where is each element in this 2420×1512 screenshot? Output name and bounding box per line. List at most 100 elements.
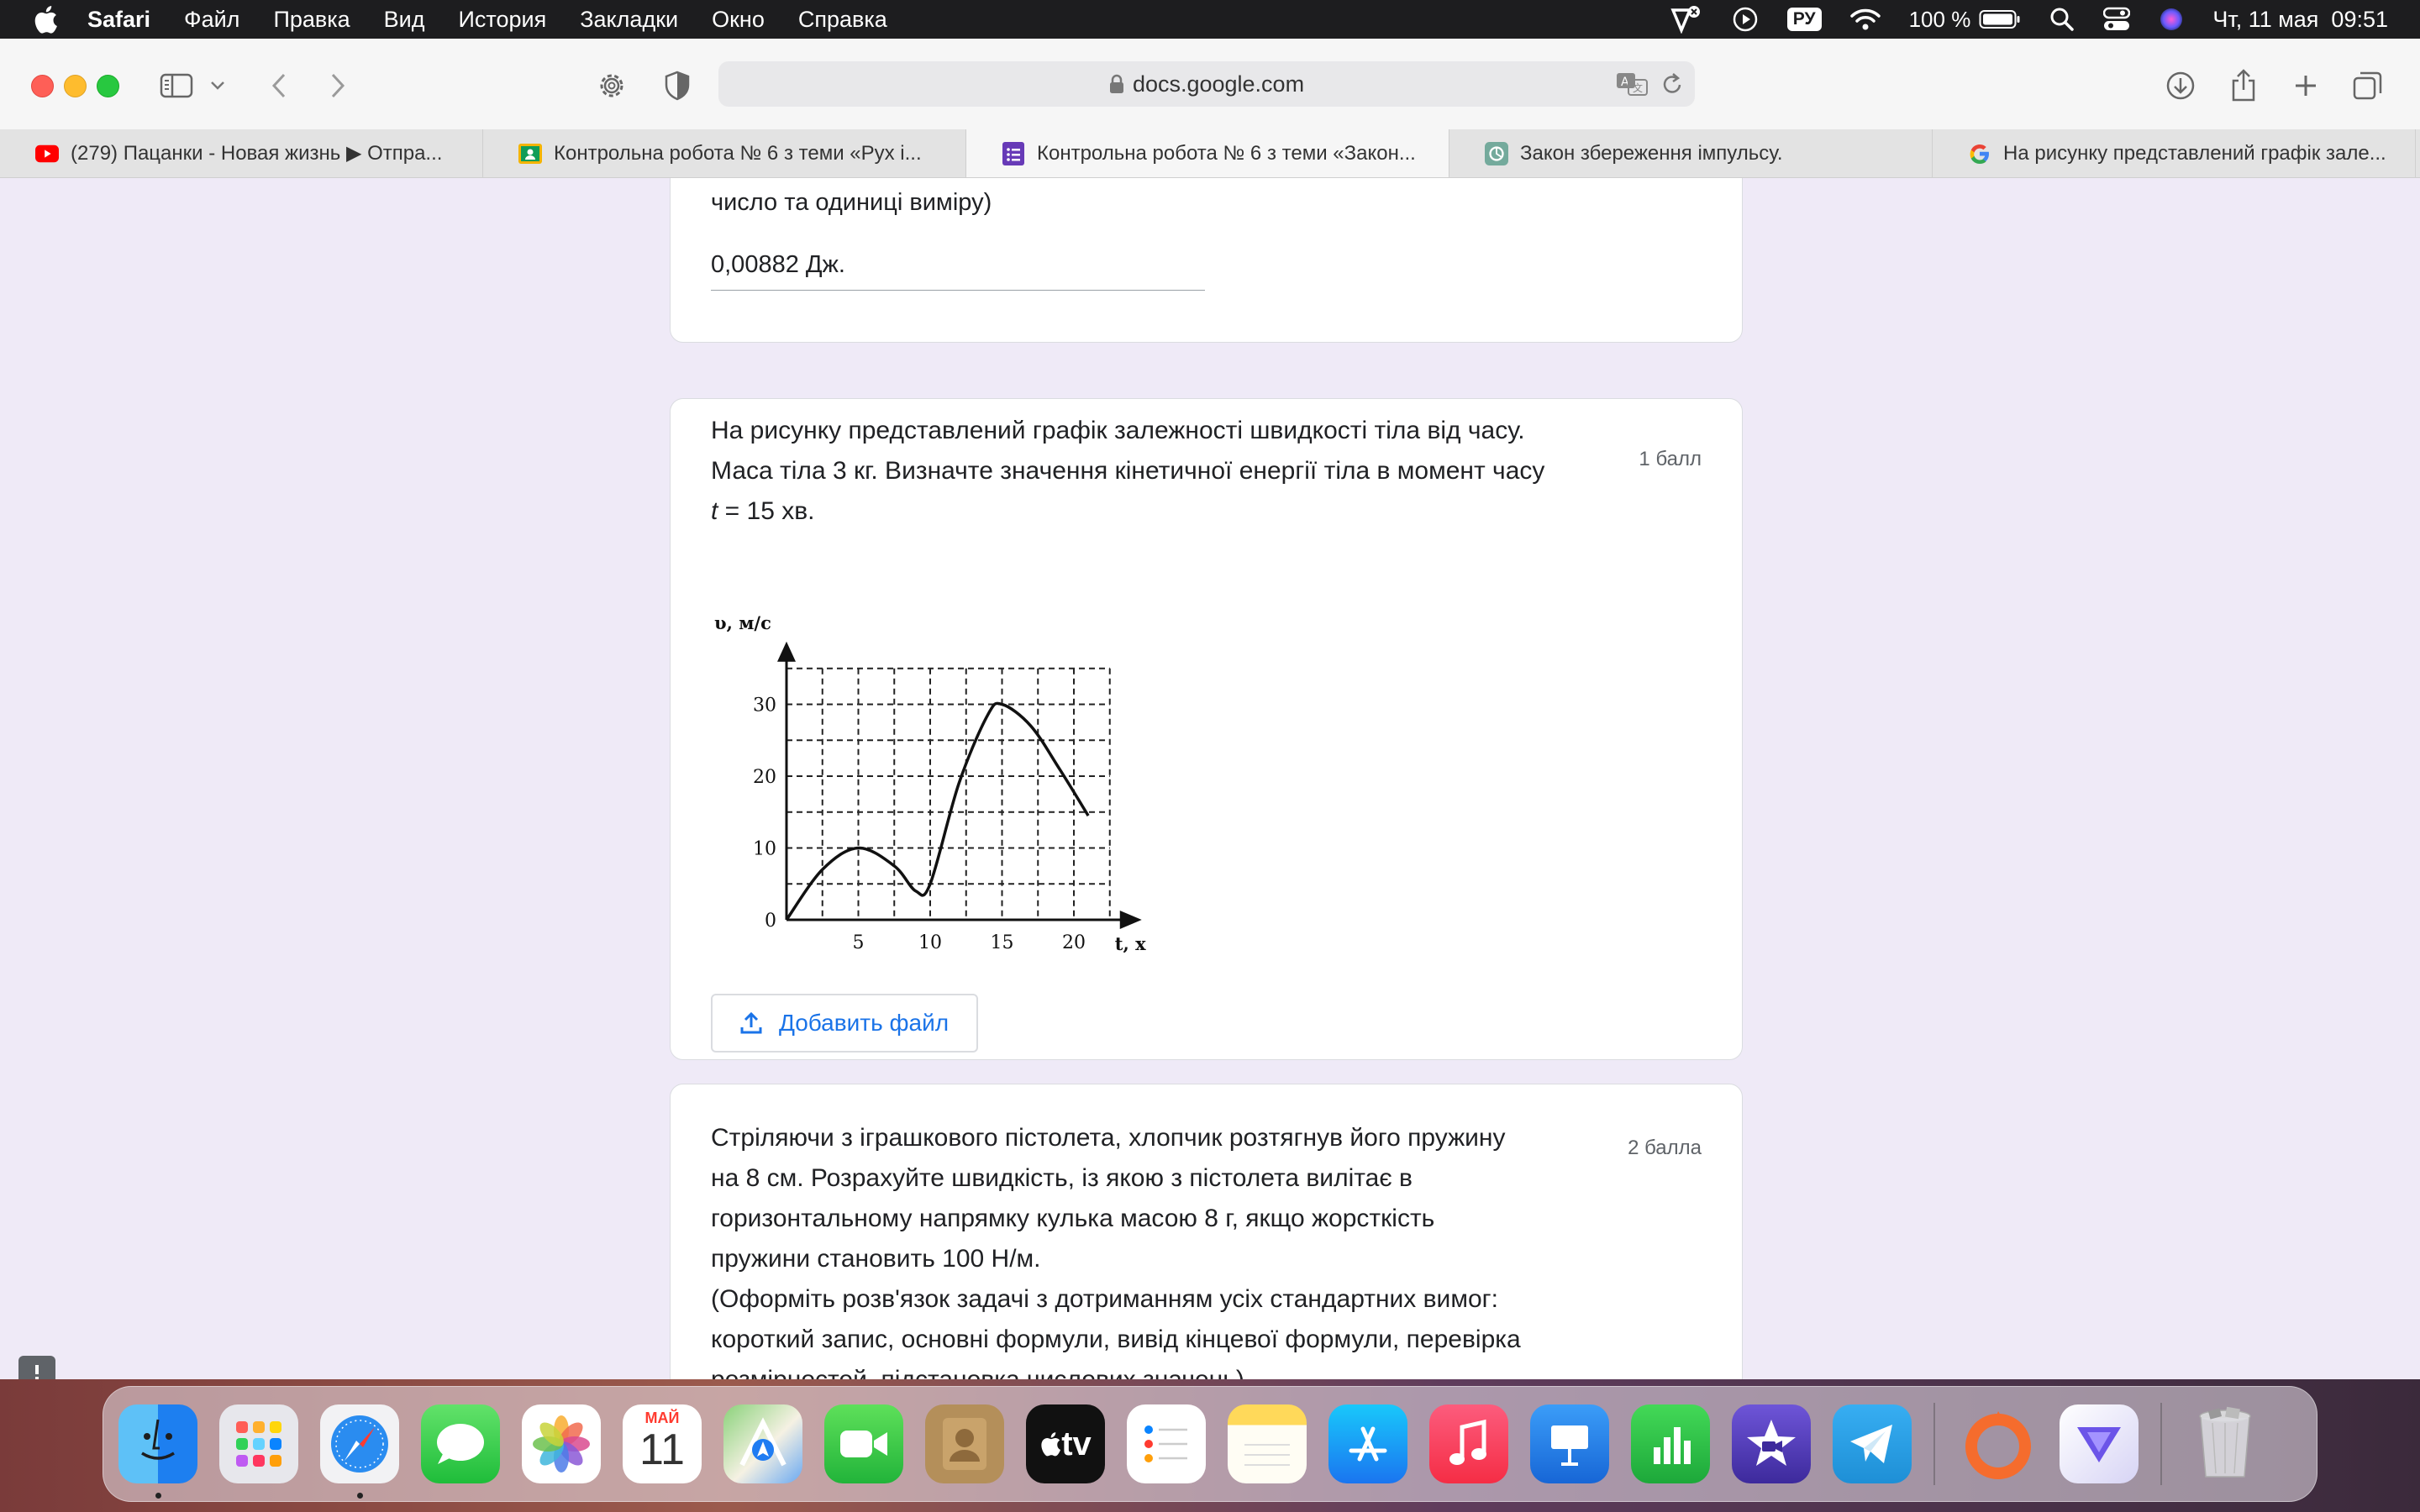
menu-help[interactable]: Справка: [798, 7, 887, 33]
tab-bar: (279) Пацанки - Новая жизнь ▶ Отпра... К…: [0, 129, 2420, 178]
facetime-icon[interactable]: [824, 1404, 903, 1483]
vpn-icon[interactable]: [2060, 1404, 2139, 1483]
youtube-icon: [35, 142, 59, 165]
battery-percent: 100 %: [1908, 6, 1971, 32]
question-line: (Оформіть розв'язок задачі з дотриманням…: [711, 1285, 1498, 1313]
vpn-status-icon[interactable]: [1670, 5, 1703, 34]
address-bar[interactable]: docs.google.com A文: [718, 61, 1695, 107]
tab-label: (279) Пацанки - Новая жизнь ▶ Отпра...: [71, 142, 443, 165]
google-forms-icon: [1002, 141, 1025, 165]
add-file-button[interactable]: Добавить файл: [711, 994, 978, 1053]
upload-icon: [740, 1011, 762, 1035]
appstore-icon[interactable]: [1328, 1404, 1407, 1483]
now-playing-icon[interactable]: [1732, 6, 1759, 33]
y-axis-label: υ, м/с: [714, 612, 771, 633]
origin-icon[interactable]: [1959, 1404, 2038, 1483]
photos-icon[interactable]: [522, 1404, 601, 1483]
reload-icon[interactable]: [1661, 72, 1683, 96]
music-icon[interactable]: [1429, 1404, 1508, 1483]
y-tick-label: 30: [753, 696, 776, 717]
tab-label: На рисунку представлений графік зале...: [2003, 141, 2386, 165]
safari-icon[interactable]: [320, 1404, 399, 1499]
calendar-month: МАЙ: [644, 1410, 680, 1426]
maps-icon[interactable]: [723, 1404, 802, 1483]
y-tick-label: 10: [753, 839, 776, 860]
question-text: На рисунку представлений графік залежнос…: [711, 411, 1635, 532]
y-axis-arrow: [777, 641, 796, 662]
url-text[interactable]: docs.google.com: [1133, 71, 1304, 97]
safari-window: docs.google.com A文 (279) Пацанки - Новая…: [0, 39, 2420, 1379]
question-card-kinetic-energy: На рисунку представлений графік залежнос…: [670, 398, 1743, 1060]
tab-google-search[interactable]: На рисунку представлений графік зале...: [1933, 129, 2416, 177]
y-tick-label: 0: [765, 911, 776, 932]
tab-youtube[interactable]: (279) Пацанки - Новая жизнь ▶ Отпра...: [0, 129, 483, 177]
running-indicator: [357, 1493, 363, 1499]
tab-overview-icon[interactable]: [2349, 67, 2386, 104]
report-feedback-icon[interactable]: [18, 1356, 55, 1379]
appletv-icon[interactable]: tv: [1026, 1404, 1105, 1483]
menu-file[interactable]: Файл: [184, 7, 239, 33]
svg-text:文: 文: [1633, 81, 1643, 94]
chatgpt-icon: [1485, 141, 1508, 165]
menu-history[interactable]: История: [459, 7, 547, 33]
page-content: число та одиниці виміру) 0,00882 Дж. На …: [0, 178, 2420, 1379]
menu-edit[interactable]: Правка: [273, 7, 350, 33]
launchpad-icon[interactable]: [219, 1404, 298, 1483]
tab-classroom[interactable]: Контрольна робота № 6 з теми «Рух і...: [483, 129, 966, 177]
window-minimize-button[interactable]: [64, 75, 87, 97]
forward-button-icon[interactable]: [319, 67, 356, 104]
menu-view[interactable]: Вид: [384, 7, 425, 33]
control-center-icon[interactable]: [2103, 7, 2131, 32]
downloads-icon[interactable]: [2162, 67, 2199, 104]
imovie-icon[interactable]: [1732, 1404, 1811, 1483]
notes-icon[interactable]: [1228, 1404, 1307, 1483]
x-tick-label: 10: [918, 932, 942, 953]
clock-datetime[interactable]: Чт, 11 мая 09:51: [2212, 7, 2388, 33]
question-line: t = 15 хв.: [711, 491, 1635, 532]
x-tick-label: 5: [853, 932, 865, 953]
velocity-time-chart: 0 10 20 30 5 10 15 20 υ, м/с t, хв: [709, 601, 1158, 970]
wifi-icon[interactable]: [1849, 8, 1881, 31]
trash-icon[interactable]: [2186, 1404, 2265, 1483]
apple-menu-icon[interactable]: [30, 4, 60, 34]
points-label: 2 балла: [1628, 1137, 1702, 1159]
battery-indicator[interactable]: 100 %: [1909, 7, 2022, 33]
finder-icon[interactable]: [118, 1404, 197, 1499]
spotlight-search-icon[interactable]: [2049, 7, 2075, 32]
time-value: = 15 хв.: [718, 497, 815, 525]
input-language-badge[interactable]: РУ: [1786, 8, 1822, 31]
calendar-icon[interactable]: МАЙ 11: [623, 1404, 702, 1483]
sidebar-toggle-icon[interactable]: [158, 67, 195, 104]
new-tab-plus-icon[interactable]: [2287, 67, 2324, 104]
question-line: горизонтальному напрямку кулька масою 8 …: [711, 1205, 1435, 1232]
translate-icon[interactable]: A文: [1616, 71, 1648, 97]
menu-bookmarks[interactable]: Закладки: [580, 7, 678, 33]
window-close-button[interactable]: [31, 75, 54, 97]
siri-icon[interactable]: [2159, 7, 2184, 32]
browser-toolbar: docs.google.com A文: [0, 39, 2420, 130]
contacts-icon[interactable]: [925, 1404, 1004, 1483]
menu-app-name[interactable]: Safari: [87, 7, 150, 33]
settings-gear-icon[interactable]: [593, 67, 630, 104]
share-icon[interactable]: [2225, 67, 2262, 104]
points-label: 1 балл: [1639, 448, 1702, 470]
tab-google-forms-active[interactable]: Контрольна робота № 6 з теми «Закон...: [966, 129, 1449, 177]
question-line: на 8 см. Розрахуйте швидкість, із якою з…: [711, 1164, 1413, 1192]
numbers-icon[interactable]: [1631, 1404, 1710, 1483]
privacy-shield-icon[interactable]: [659, 67, 696, 104]
messages-icon[interactable]: [421, 1404, 500, 1483]
menu-window[interactable]: Окно: [712, 7, 765, 33]
short-answer-value[interactable]: 0,00882 Дж.: [711, 251, 845, 279]
telegram-icon[interactable]: [1833, 1404, 1912, 1483]
running-indicator: [155, 1493, 161, 1499]
question-line: короткий запис, основні формули, вивід к…: [711, 1326, 1521, 1353]
reminders-icon[interactable]: [1127, 1404, 1206, 1483]
question-line: Стріляючи з іграшкового пістолета, хлопч…: [711, 1124, 1506, 1152]
keynote-icon[interactable]: [1530, 1404, 1609, 1483]
question-line: Маса тіла 3 кг. Визначте значення кінети…: [711, 457, 1545, 485]
sidebar-menu-chevron-icon[interactable]: [205, 67, 230, 104]
back-button-icon[interactable]: [260, 67, 297, 104]
window-fullscreen-button[interactable]: [97, 75, 119, 97]
question-card-previous: число та одиниці виміру) 0,00882 Дж.: [670, 178, 1743, 343]
tab-chatgpt[interactable]: Закон збереження імпульсу.: [1449, 129, 1933, 177]
